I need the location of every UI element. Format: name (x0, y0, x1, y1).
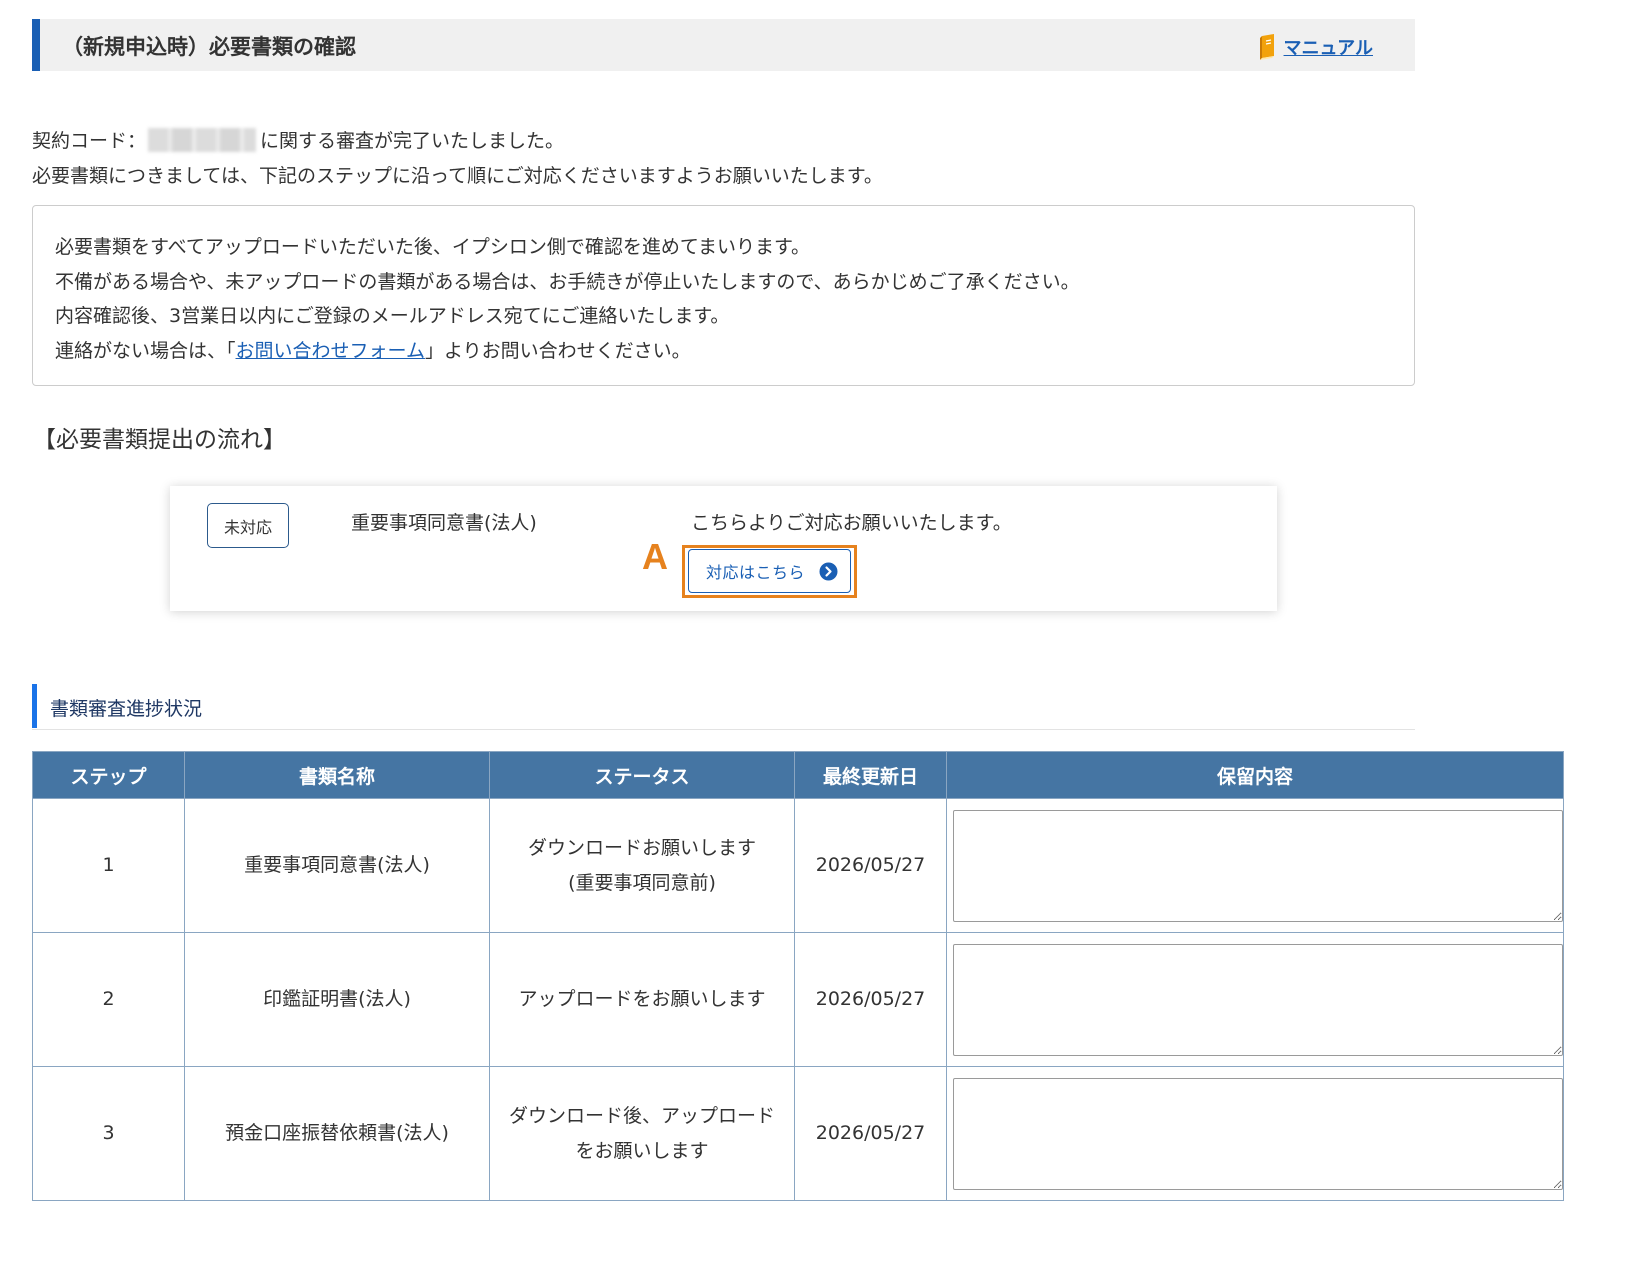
notice-line-2: 不備がある場合や、未アップロードの書類がある場合は、お手続きが停止いたしますので… (55, 270, 1080, 293)
flow-message: こちらよりご対応お願いいたします。 (691, 512, 1012, 534)
column-header-hold-reason: 保留内容 (946, 751, 1564, 799)
notice-line-1: 必要書類をすべてアップロードいただいた後、イプシロン側で確認を進めてまいります。 (55, 236, 811, 258)
hold-reason-cell (946, 798, 1564, 933)
step-number: 1 (32, 798, 185, 933)
notice-line-4: 連絡がない場合は、「お問い合わせフォーム」よりお問い合わせください。 (55, 334, 1414, 369)
manual-link[interactable]: マニュアル (1258, 33, 1373, 61)
intro-line-2: 必要書類につきましては、下記のステップに沿って順にご対応くださいますようお願いい… (32, 165, 883, 187)
notice-box: 必要書類をすべてアップロードいただいた後、イプシロン側で確認を進めてまいります。… (32, 205, 1415, 386)
hold-reason-textarea[interactable] (953, 809, 1563, 922)
column-header-status: ステータス (489, 751, 795, 799)
document-name: 重要事項同意書(法人) (184, 798, 490, 933)
respond-here-button-label[interactable]: 対応はこちら (706, 559, 805, 583)
status-badge: 未対応 (207, 503, 289, 548)
inquiry-form-link[interactable]: お問い合わせフォーム (236, 340, 425, 362)
table-header-row: ステップ 書類名称 ステータス 最終更新日 保留内容 (32, 751, 1564, 799)
respond-here-button[interactable]: 対応はこちら (688, 549, 851, 593)
hold-reason-textarea[interactable] (953, 1077, 1563, 1190)
intro-text: 契約コード： に関する審査が完了いたしました。 必要書類につきましては、下記のステ… (32, 124, 883, 194)
book-icon (1258, 33, 1278, 61)
hold-reason-cell (946, 1066, 1564, 1201)
notice-line-3: 内容確認後、3営業日以内にご登録のメールアドレス宛てにご連絡いたします。 (55, 305, 730, 327)
hold-reason-cell (946, 932, 1564, 1067)
document-status: ダウンロードお願いします (重要事項同意前) (489, 798, 795, 933)
hold-reason-textarea[interactable] (953, 943, 1563, 1056)
manual-link-label[interactable]: マニュアル (1284, 34, 1373, 60)
column-header-step: ステップ (32, 751, 185, 799)
page-header: （新規申込時）必要書類の確認 マニュアル (32, 19, 1415, 71)
flow-heading: 【必要書類提出の流れ】 (33, 427, 286, 453)
last-updated-date: 2026/05/27 (794, 798, 947, 933)
step-number: 3 (32, 1066, 185, 1201)
progress-heading: 書類審査進捗状況 (50, 698, 203, 720)
masked-contract-code (148, 128, 257, 152)
table-row: 2 印鑑証明書(法人) アップロードをお願いします 2026/05/27 (32, 932, 1564, 1067)
flow-step-card: 未対応 重要事項同意書(法人) こちらよりご対応お願いいたします。 A 対応はこ… (170, 486, 1277, 611)
progress-table: ステップ 書類名称 ステータス 最終更新日 保留内容 1 重要事項同意書(法人)… (32, 751, 1564, 1201)
column-header-document-name: 書類名称 (184, 751, 490, 799)
progress-section-header: 書類審査進捗状況 (32, 684, 1415, 730)
table-row: 1 重要事項同意書(法人) ダウンロードお願いします (重要事項同意前) 202… (32, 798, 1564, 933)
document-name: 印鑑証明書(法人) (184, 932, 490, 1067)
review-complete-text: に関する審査が完了いたしました。 (260, 130, 565, 152)
notice-line-4-prefix: 連絡がない場合は、「 (55, 339, 236, 362)
contract-code-label: 契約コード： (32, 130, 147, 152)
document-name: 預金口座振替依頼書(法人) (184, 1066, 490, 1201)
document-status: アップロードをお願いします (489, 932, 795, 1067)
flow-document-name: 重要事項同意書(法人) (351, 512, 537, 534)
document-status: ダウンロード後、アップロード をお願いします (489, 1066, 795, 1201)
table-row: 3 預金口座振替依頼書(法人) ダウンロード後、アップロード をお願いします 2… (32, 1066, 1564, 1201)
last-updated-date: 2026/05/27 (794, 1066, 947, 1201)
notice-line-4-suffix: 」よりお問い合わせください。 (424, 339, 691, 362)
arrow-circle-right-icon (819, 562, 838, 581)
page: （新規申込時）必要書類の確認 マニュアル 契約コード： に関する審査が完了いたしま… (0, 0, 1632, 1281)
section-accent-bar (32, 684, 37, 728)
column-header-last-updated: 最終更新日 (794, 751, 947, 799)
last-updated-date: 2026/05/27 (794, 932, 947, 1067)
intro-line-1: 契約コード： に関する審査が完了いたしました。 (32, 124, 883, 159)
step-number: 2 (32, 932, 185, 1067)
page-title: （新規申込時）必要書類の確認 (62, 35, 356, 59)
annotation-label: A (642, 536, 668, 577)
